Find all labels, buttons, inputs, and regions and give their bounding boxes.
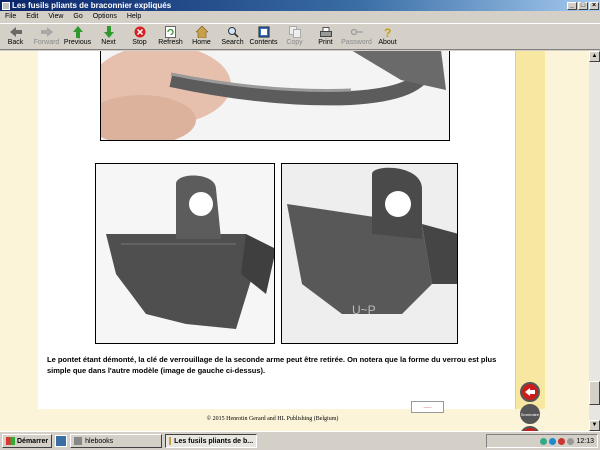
- windows-logo-icon: [6, 437, 15, 445]
- left-arrow-icon: [525, 388, 535, 396]
- task-button-hlebooks[interactable]: hlebooks: [70, 434, 163, 448]
- contents-label: Contents: [249, 39, 278, 46]
- forward-arrow-icon: [40, 26, 53, 38]
- home-button[interactable]: Home: [186, 24, 217, 49]
- taskbar: Démarrer hlebooks Les fusils pliants de …: [0, 431, 600, 450]
- clock: 12:13: [576, 437, 594, 445]
- ebook-icon: [169, 437, 172, 445]
- scroll-thumb[interactable]: [589, 381, 600, 405]
- search-label: Search: [221, 39, 244, 46]
- about-button[interactable]: ? About: [372, 24, 403, 49]
- menu-edit[interactable]: Edit: [21, 13, 43, 20]
- toolbar: Back Forward Previous Next Stop Refresh …: [0, 23, 600, 50]
- menu-go[interactable]: Go: [68, 13, 87, 20]
- copy-icon: [288, 26, 301, 38]
- key-icon: [350, 26, 363, 38]
- stop-label: Stop: [132, 39, 147, 46]
- stop-icon: [133, 26, 146, 38]
- vertical-scrollbar[interactable]: ▲ ▼: [589, 51, 600, 431]
- back-label: Back: [7, 39, 24, 46]
- copy-label: Copy: [286, 39, 303, 46]
- refresh-icon: [164, 26, 177, 38]
- scroll-down-icon[interactable]: ▼: [589, 420, 600, 431]
- previous-button[interactable]: Previous: [62, 24, 93, 49]
- forward-button[interactable]: Forward: [31, 24, 62, 49]
- window-title: Les fusils pliants de braconnier expliqu…: [12, 1, 172, 10]
- refresh-label: Refresh: [158, 39, 183, 46]
- tray-network-icon[interactable]: [540, 437, 548, 445]
- password-label: Password: [341, 39, 372, 46]
- photo-lock-key-left: [95, 163, 275, 344]
- right-margin: [545, 51, 589, 431]
- page: U~P Le pontet étant démonté, la clé de v…: [38, 51, 515, 409]
- next-button[interactable]: Next: [93, 24, 124, 49]
- prev-page-button[interactable]: [520, 382, 540, 402]
- scroll-up-icon[interactable]: ▲: [589, 51, 600, 62]
- about-label: About: [378, 39, 397, 46]
- print-button[interactable]: Print: [310, 24, 341, 49]
- home-label: Home: [192, 39, 211, 46]
- menu-bar: File Edit View Go Options Help: [0, 11, 600, 22]
- title-bar: Les fusils pliants de braconnier expliqu…: [0, 0, 600, 11]
- previous-label: Previous: [63, 39, 92, 46]
- menu-help[interactable]: Help: [122, 13, 146, 20]
- tray-app-icon[interactable]: [549, 437, 557, 445]
- back-arrow-icon: [9, 26, 22, 38]
- task-button-ebook[interactable]: Les fusils pliants de b...: [165, 434, 258, 448]
- forward-label: Forward: [33, 39, 60, 46]
- down-arrow-icon: [102, 26, 115, 38]
- page-caption: Le pontet étant démonté, la clé de verro…: [47, 355, 497, 375]
- copy-button[interactable]: Copy: [279, 24, 310, 49]
- printer-icon: [319, 26, 332, 38]
- book-icon: [257, 26, 270, 38]
- print-label: Print: [318, 39, 333, 46]
- tray-volume-icon[interactable]: [567, 437, 575, 445]
- minimize-button[interactable]: _: [567, 1, 577, 10]
- task-label-hlebooks: hlebooks: [85, 437, 114, 445]
- publisher-logo: ——: [411, 401, 444, 413]
- stop-button[interactable]: Stop: [124, 24, 155, 49]
- search-button[interactable]: Search: [217, 24, 248, 49]
- task-label-ebook: Les fusils pliants de b...: [174, 437, 254, 445]
- menu-options[interactable]: Options: [88, 13, 122, 20]
- folder-icon: [74, 437, 83, 445]
- question-icon: ?: [381, 26, 394, 38]
- start-label: Démarrer: [17, 437, 49, 445]
- app-icon: [2, 1, 10, 10]
- menu-file[interactable]: File: [0, 13, 21, 20]
- close-button[interactable]: ×: [589, 1, 599, 10]
- next-label: Next: [101, 39, 116, 46]
- back-button[interactable]: Back: [0, 24, 31, 49]
- page-footer: © 2015 Henrotin Gerard and HL Publishing…: [206, 416, 339, 422]
- system-tray: 12:13: [486, 434, 598, 448]
- menu-view[interactable]: View: [43, 13, 68, 20]
- password-button[interactable]: Password: [341, 24, 372, 49]
- margin-band: [515, 51, 545, 409]
- home-icon: [195, 26, 208, 38]
- photo-trigger-guard: [100, 51, 450, 141]
- up-arrow-icon: [71, 26, 84, 38]
- contents-page-label: Sommaire: [520, 411, 540, 417]
- tray-security-icon[interactable]: [558, 437, 566, 445]
- contents-button[interactable]: Contents: [248, 24, 279, 49]
- quick-launch-icon[interactable]: [55, 435, 68, 447]
- photo-lock-key-right: U~P: [281, 163, 458, 344]
- svg-text:?: ?: [384, 26, 391, 38]
- left-margin: [0, 51, 38, 431]
- refresh-button[interactable]: Refresh: [155, 24, 186, 49]
- contents-page-button[interactable]: Sommaire: [520, 404, 540, 424]
- document-view[interactable]: U~P Le pontet étant démonté, la clé de v…: [0, 51, 589, 431]
- maximize-button[interactable]: □: [578, 1, 588, 10]
- stamp-marking: U~P: [352, 303, 376, 317]
- start-button[interactable]: Démarrer: [2, 434, 53, 448]
- search-icon: [226, 26, 239, 38]
